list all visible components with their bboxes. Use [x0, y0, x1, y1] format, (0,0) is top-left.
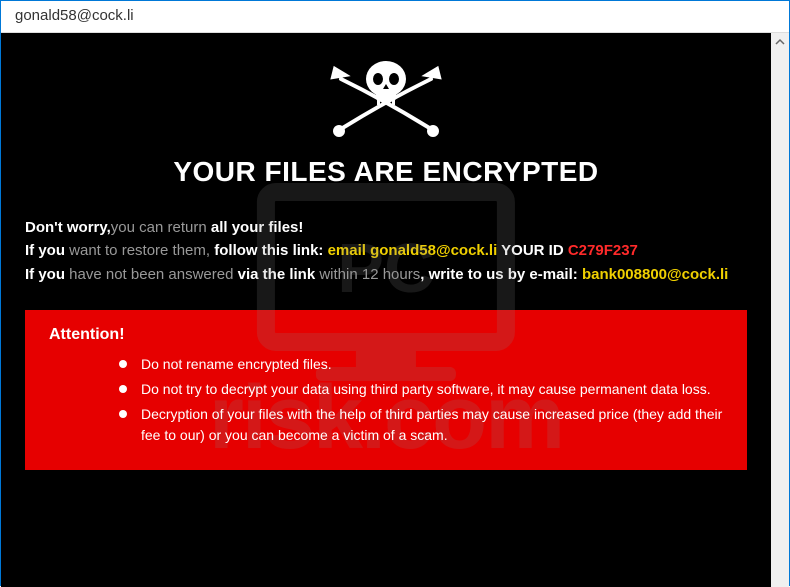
window-titlebar: gonald58@cock.li: [1, 1, 789, 33]
content-area: PC risk.com: [1, 33, 789, 587]
attention-list: Do not rename encrypted files. Do not tr…: [49, 354, 723, 446]
scroll-up-arrow-icon[interactable]: [771, 33, 789, 51]
vertical-scrollbar[interactable]: [771, 33, 789, 587]
window-title: gonald58@cock.li: [15, 7, 134, 24]
ransom-note: PC risk.com: [1, 33, 771, 587]
list-item: Do not rename encrypted files.: [119, 354, 723, 375]
attention-title: Attention!: [49, 326, 723, 344]
line-2: If you want to restore them, follow this…: [25, 239, 747, 262]
skull-logo: [25, 51, 747, 146]
skull-crossed-swords-icon: [321, 51, 451, 141]
ransom-body: Don't worry,you can return all your file…: [25, 216, 747, 286]
headline: YOUR FILES ARE ENCRYPTED: [25, 156, 747, 188]
list-item: Do not try to decrypt your data using th…: [119, 379, 723, 400]
attention-box: Attention! Do not rename encrypted files…: [25, 310, 747, 470]
line-1: Don't worry,you can return all your file…: [25, 216, 747, 239]
line-3: If you have not been answered via the li…: [25, 263, 747, 286]
list-item: Decryption of your files with the help o…: [119, 404, 723, 446]
